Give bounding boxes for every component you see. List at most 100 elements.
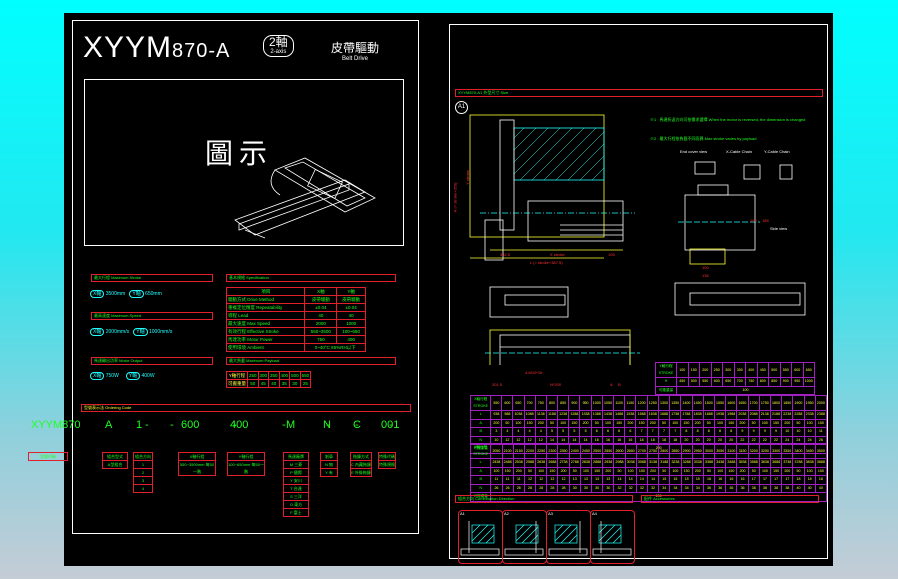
x-table-cell: 9 (769, 427, 783, 437)
dim-n200: N*200 (550, 382, 562, 387)
motor-values: X軸 750W Y軸 400W (90, 372, 155, 380)
x-table-cell: 100 (535, 466, 548, 476)
x-table-cell: 100 (713, 418, 727, 428)
x-table-cell: 1500 (702, 395, 715, 411)
y-table-row-header: Y軸行程 STROKE (655, 362, 677, 378)
motor-label: 馬達輸出功率 Motor Output (94, 358, 143, 363)
x-table-cell: 2600 (613, 443, 626, 459)
x-table-cell: 13 (602, 475, 615, 485)
x-table-cell: 12 (523, 475, 537, 485)
x-table-cell: 1288 (568, 410, 581, 420)
combination-diagram-a1: A1 (458, 510, 503, 564)
x-table-cell: 4 (534, 427, 547, 437)
x-table-cell: 2000 (814, 395, 828, 411)
x-table-cell: 12 (546, 475, 559, 485)
y-table-cell: 450 (676, 377, 689, 387)
x-table-cell: 200 (624, 418, 637, 428)
payload-cell: 40 (268, 379, 280, 388)
x-table-cell: 32 (646, 483, 660, 493)
max-speed-header: 最高速度 Maximum Speed (91, 312, 213, 320)
x-table-cell: 36 (725, 483, 738, 493)
order-option: 100~650mm 每50一階 (227, 460, 265, 476)
y-table-cell: 550 (779, 362, 792, 378)
x-table-cell: 100 (758, 418, 771, 428)
x-table-cell: 2300 (546, 443, 559, 459)
x-table-cell: 14 (635, 475, 648, 485)
model-name: XYYM (83, 31, 173, 64)
y-table-cell: 500 (768, 362, 781, 378)
x-table-cell: 32 (613, 483, 626, 493)
spec-row: 驅動方式 Drive Method 皮帶驅動 皮帶驅動 (225, 295, 366, 304)
payload-row-label: 可搬重量 (226, 379, 248, 388)
order-code-part: 600 (181, 419, 200, 431)
x-table-cell: 3138 (646, 458, 660, 468)
x-table-cell: 3000 (702, 443, 716, 459)
combination-sketch (592, 521, 632, 556)
x-table-cell: 28 (546, 483, 559, 493)
spec-cell: 550~3500 (304, 327, 338, 336)
x-table-cell: 3350 (781, 443, 794, 459)
x-table-cell: 600 (501, 395, 514, 411)
x-table-row: A 100 150 200 50 100 150 200 50 100 150 200 50 100 150… (469, 466, 828, 476)
max-stroke-values: X軸 3500mm Y軸 650mm (90, 290, 162, 298)
y-table-cell: 100 (676, 385, 815, 395)
x-table-cell: 50 (501, 418, 514, 428)
x-table-cell: 1988 (725, 410, 738, 420)
x-table-cell: 200 (691, 418, 704, 428)
y-table-cell: 550 (699, 377, 712, 387)
y-table-cell: 600 (791, 362, 804, 378)
payload-cell: 300 (257, 371, 270, 380)
x-table-cell: 1400 (680, 395, 693, 411)
y-table-cell: 900 (779, 377, 792, 387)
x-table-cell: 3538 (736, 458, 749, 468)
x-table-cell: 3200 (747, 443, 760, 459)
order-code-part: M (286, 419, 296, 431)
spec-row: 最大速度 Max Speed 2000 1000 (225, 319, 366, 328)
order-option: 550~3500mm 每50一階 (178, 460, 216, 476)
x-table-cell: 32 (624, 483, 637, 493)
x-table-cell: 2788 (568, 458, 581, 468)
y-table-cell: 1000 (802, 377, 815, 387)
combination-label: 組合方向 Combination Direction (458, 496, 515, 501)
x-table-cell: 2800 (658, 443, 671, 459)
x-table-cell: 26 (490, 483, 503, 493)
x-table-cell: 2150 (512, 443, 525, 459)
x-table-cell: 40 (814, 483, 828, 493)
x-table-cell: 2238 (781, 410, 794, 420)
x-table-cell: 2400 (568, 443, 581, 459)
x-table-cell: 9 (747, 427, 760, 437)
x-table-cell: 200 (781, 466, 794, 476)
x-table-cell: 950 (579, 395, 592, 411)
x-table-cell: 6 (613, 427, 626, 437)
x-table-cell: 150 (814, 418, 828, 428)
x-table-cell: 1088 (523, 410, 536, 420)
x-table-cell: 11 (512, 475, 525, 485)
x-table-cell: 3788 (792, 458, 805, 468)
x-table-cell: 2688 (546, 458, 559, 468)
x-table-cell: 1038 (512, 410, 525, 420)
x-table-cell: 30 (591, 483, 604, 493)
x-table-cell: 1138 (534, 410, 547, 420)
ordering-label: 型號表示法 Ordering Code (84, 405, 132, 410)
x-table-cell: 2088 (747, 410, 760, 420)
x-table-cell: 2200 (523, 443, 537, 459)
x-table-cell: 17 (758, 475, 772, 485)
x-table-cell: 18 (814, 475, 828, 485)
x-table-cell: 5 (568, 427, 581, 437)
x-table-cell: 3738 (781, 458, 794, 468)
payload-cell: 45 (257, 379, 270, 388)
y-stroke-value: 650mm (145, 291, 162, 297)
cad-canvas[interactable]: XYYM870-A 2軸 2-axis 皮帶驅動 Belt Drive 圖示 最… (28, 13, 833, 566)
x-table-cell: 100 (490, 466, 503, 476)
x-table-cell: 150 (635, 466, 648, 476)
spec-row: 使用環境 Ambient 0~40°C 85%RH以下 (225, 343, 366, 352)
x-table-cell: 50 (747, 466, 760, 476)
x-table-cell: 14 (646, 475, 660, 485)
spec-cell: ±0.04 (336, 303, 366, 312)
order-code-part: 400 (230, 419, 249, 431)
x-axis-pill: X軸 (90, 328, 105, 336)
x-table-row-header: B (469, 475, 492, 485)
order-separator: - (170, 419, 174, 431)
x-table-cell: 4 (523, 427, 536, 437)
x-table-cell: 1388 (590, 410, 603, 420)
